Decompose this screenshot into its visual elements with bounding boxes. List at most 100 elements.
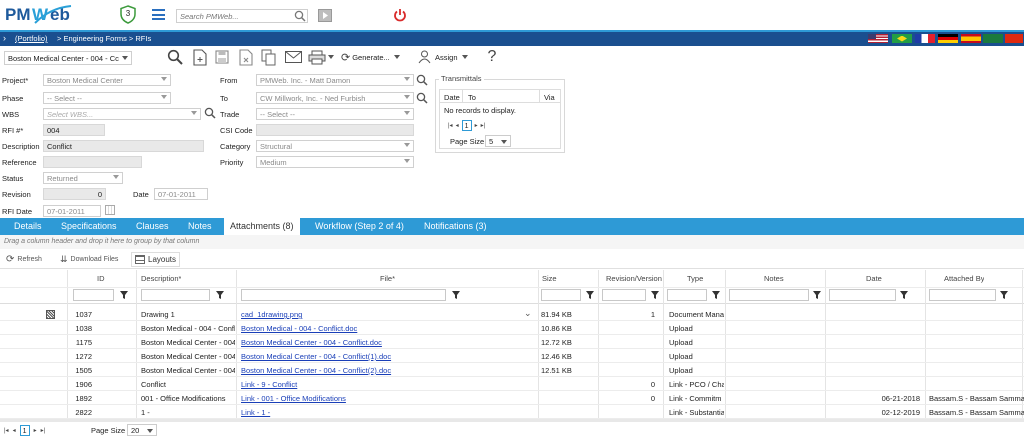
category-select[interactable]: Structural bbox=[256, 140, 414, 152]
transmittals-page-size-select[interactable]: 5 bbox=[485, 135, 511, 147]
new-document-icon[interactable] bbox=[190, 46, 210, 68]
print-icon[interactable] bbox=[306, 46, 336, 68]
filter-date-icon[interactable] bbox=[898, 288, 910, 302]
revision-field[interactable] bbox=[43, 188, 106, 200]
email-icon[interactable] bbox=[282, 46, 304, 68]
table-row[interactable]: 1505 Boston Medical Center - 004 Boston … bbox=[0, 364, 1024, 377]
project-select[interactable]: Boston Medical Center bbox=[43, 74, 171, 86]
wbs-search-icon[interactable] bbox=[204, 107, 216, 119]
filter-revision[interactable] bbox=[602, 289, 646, 301]
transmittals-col-via[interactable]: Via bbox=[544, 93, 555, 102]
filter-size-icon[interactable] bbox=[584, 288, 596, 302]
grid-prev-page-icon[interactable]: ◂ bbox=[13, 427, 16, 434]
row-file-link[interactable]: Boston Medical Center - 004 - Conflict.d… bbox=[241, 336, 531, 349]
priority-select[interactable]: Medium bbox=[256, 156, 414, 168]
table-row[interactable]: 2822 1 - Link - 1 - Link - Substantia 02… bbox=[0, 406, 1024, 419]
hamburger-menu-icon[interactable] bbox=[152, 9, 165, 20]
to-search-icon[interactable] bbox=[416, 92, 428, 104]
description-field[interactable] bbox=[43, 140, 204, 152]
tab-notes[interactable]: Notes bbox=[182, 218, 218, 235]
to-select[interactable]: CW Millwork, Inc. - Ned Furbish bbox=[256, 92, 414, 104]
save-icon[interactable] bbox=[212, 46, 232, 68]
col-header-description[interactable]: Description* bbox=[141, 270, 181, 287]
filter-attached-by-icon[interactable] bbox=[998, 288, 1010, 302]
filter-id-icon[interactable] bbox=[118, 288, 130, 302]
pmweb-logo[interactable]: PM W eb bbox=[5, 4, 103, 26]
table-row[interactable]: 1906 Conflict Link - 9 - Conflict 0 Link… bbox=[0, 378, 1024, 391]
filter-date[interactable] bbox=[829, 289, 896, 301]
row-file-link[interactable]: cad_1drawing.png bbox=[241, 308, 531, 321]
tab-attachments[interactable]: Attachments (8) bbox=[224, 218, 300, 235]
transmittals-page[interactable]: 1 bbox=[461, 120, 472, 131]
media-icon[interactable] bbox=[318, 9, 332, 22]
flag-brazil-icon[interactable] bbox=[892, 34, 912, 43]
group-drop-area[interactable]: Drag a column header and drop it here to… bbox=[0, 235, 1024, 249]
status-select[interactable]: Returned bbox=[43, 172, 123, 184]
tab-notifications[interactable]: Notifications (3) bbox=[418, 218, 493, 235]
flag-germany-icon[interactable] bbox=[938, 34, 958, 43]
row-file-link[interactable]: Link - 1 - bbox=[241, 406, 531, 419]
assign-button[interactable]: Assign bbox=[418, 46, 476, 68]
filter-revision-icon[interactable] bbox=[649, 288, 661, 302]
flag-saudi-icon[interactable] bbox=[983, 34, 1003, 43]
horizontal-scrollbar[interactable] bbox=[0, 419, 1024, 422]
filter-file-icon[interactable] bbox=[450, 288, 462, 302]
row-thumbnail-icon[interactable] bbox=[46, 310, 55, 319]
tab-clauses[interactable]: Clauses bbox=[130, 218, 175, 235]
row-file-link[interactable]: Link - 9 - Conflict bbox=[241, 378, 531, 391]
filter-notes-icon[interactable] bbox=[811, 288, 823, 302]
help-icon[interactable]: ? bbox=[482, 46, 502, 68]
reference-field[interactable] bbox=[43, 156, 142, 168]
last-page-icon[interactable]: ▸| bbox=[481, 122, 486, 129]
flag-france-icon[interactable] bbox=[915, 34, 935, 43]
delete-document-icon[interactable] bbox=[236, 46, 256, 68]
row-file-link[interactable]: Boston Medical Center - 004 - Conflict(2… bbox=[241, 364, 531, 377]
grid-first-page-icon[interactable]: |◂ bbox=[4, 427, 9, 434]
filter-type-icon[interactable] bbox=[710, 288, 722, 302]
shield-badge-icon[interactable]: 3 bbox=[120, 5, 136, 24]
col-header-type[interactable]: Type bbox=[687, 270, 703, 287]
from-select[interactable]: PMWeb. Inc. - Matt Damon bbox=[256, 74, 414, 86]
rfi-date-field[interactable] bbox=[43, 205, 101, 217]
col-header-id[interactable]: ID bbox=[97, 270, 105, 287]
copy-icon[interactable] bbox=[259, 46, 279, 68]
filter-description[interactable] bbox=[141, 289, 210, 301]
flag-china-icon[interactable] bbox=[1005, 34, 1023, 43]
filter-id[interactable] bbox=[73, 289, 114, 301]
rfi-number-field[interactable] bbox=[43, 124, 105, 136]
wbs-select[interactable]: Select WBS... bbox=[43, 108, 201, 120]
flag-spain-icon[interactable] bbox=[961, 34, 981, 43]
tab-details[interactable]: Details bbox=[8, 218, 48, 235]
download-files-button[interactable]: ⇊ Download Files bbox=[60, 253, 118, 266]
grid-page-size-select[interactable]: 20 bbox=[127, 424, 157, 436]
table-row[interactable]: 1038 Boston Medical - 004 - Confl Boston… bbox=[0, 322, 1024, 335]
col-header-date[interactable]: Date bbox=[866, 270, 882, 287]
power-icon[interactable] bbox=[393, 8, 407, 22]
grid-last-page-icon[interactable]: ▸| bbox=[41, 427, 46, 434]
filter-notes[interactable] bbox=[729, 289, 809, 301]
chevron-right-icon[interactable]: › bbox=[3, 33, 6, 43]
first-page-icon[interactable]: |◂ bbox=[448, 122, 453, 129]
find-icon[interactable] bbox=[165, 46, 185, 68]
grid-current-page[interactable]: 1 bbox=[19, 425, 30, 436]
transmittals-col-to[interactable]: To bbox=[468, 93, 476, 102]
phase-select[interactable]: -- Select -- bbox=[43, 92, 171, 104]
col-header-notes[interactable]: Notes bbox=[764, 270, 784, 287]
col-header-attached-by[interactable]: Attached By bbox=[944, 270, 984, 287]
calendar-icon[interactable] bbox=[105, 205, 115, 215]
csi-code-field[interactable] bbox=[256, 124, 414, 136]
table-row[interactable]: 1892 001 - Office Modifications Link - 0… bbox=[0, 392, 1024, 405]
filter-file[interactable] bbox=[241, 289, 446, 301]
col-header-file[interactable]: File* bbox=[380, 270, 395, 287]
prev-page-icon[interactable]: ◂ bbox=[456, 122, 459, 129]
generate-button[interactable]: ⟳ Generate... bbox=[341, 46, 415, 68]
row-file-link[interactable]: Boston Medical - 004 - Conflict.doc bbox=[241, 322, 531, 335]
refresh-button[interactable]: ⟳ Refresh bbox=[6, 253, 42, 266]
flag-us-icon[interactable] bbox=[868, 34, 888, 43]
filter-type[interactable] bbox=[667, 289, 707, 301]
search-icon[interactable] bbox=[294, 10, 306, 22]
filter-size[interactable] bbox=[541, 289, 581, 301]
tab-specifications[interactable]: Specifications bbox=[55, 218, 123, 235]
col-header-revision[interactable]: Revision/Version bbox=[606, 270, 662, 287]
layouts-button[interactable]: Layouts bbox=[131, 252, 181, 267]
